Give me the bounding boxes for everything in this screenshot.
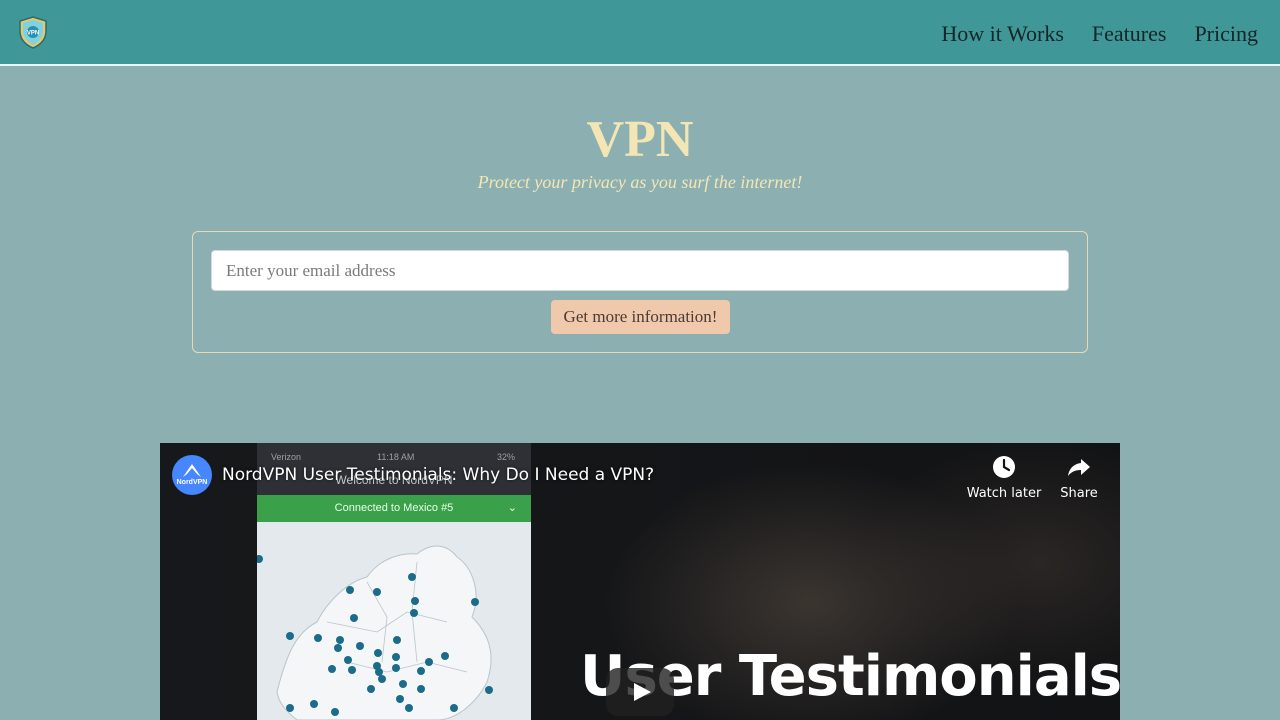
channel-name: NordVPN	[176, 479, 208, 486]
nav-features[interactable]: Features	[1092, 20, 1167, 48]
phone-battery: 32%	[496, 452, 515, 462]
watch-later-button[interactable]: Watch later	[964, 455, 1044, 501]
hero-title: VPN	[586, 111, 694, 168]
phone-time: 11:18 AM	[377, 452, 415, 462]
nav-how-it-works[interactable]: How it Works	[941, 20, 1064, 48]
phone-carrier: Verizon	[271, 452, 302, 462]
signup-form: Get more information!	[192, 231, 1088, 353]
nordvpn-mountain-icon	[183, 464, 201, 477]
video-embed[interactable]: Verizon 11:18 AM 32% Welcome to NordVPN …	[160, 443, 1120, 720]
europe-map-illustration	[257, 522, 531, 720]
share-button[interactable]: Share	[1039, 455, 1119, 501]
nav-pricing[interactable]: Pricing	[1194, 20, 1258, 48]
chevron-down-icon: ⌄	[507, 502, 517, 514]
logo-text: VPN	[27, 31, 39, 37]
watch-later-label: Watch later	[966, 486, 1042, 501]
get-more-information-button[interactable]: Get more information!	[551, 300, 730, 334]
phone-connected-bar: Connected to Mexico #5 ⌄	[257, 495, 531, 522]
channel-avatar[interactable]: NordVPN	[172, 455, 212, 495]
play-icon[interactable]	[606, 668, 674, 716]
site-header: VPN How it Works Features Pricing	[0, 0, 1280, 66]
email-input[interactable]	[211, 250, 1069, 291]
clock-icon	[993, 456, 1015, 478]
video-title[interactable]: NordVPN User Testimonials: Why Do I Need…	[222, 465, 654, 485]
main-nav: How it Works Features Pricing	[941, 20, 1258, 48]
share-arrow-icon	[1068, 459, 1090, 476]
vpn-shield-logo-icon[interactable]: VPN	[18, 16, 48, 49]
share-label: Share	[1060, 486, 1098, 501]
phone-connected-text: Connected to Mexico #5	[334, 502, 454, 514]
hero-subtitle: Protect your privacy as you surf the int…	[477, 172, 803, 192]
